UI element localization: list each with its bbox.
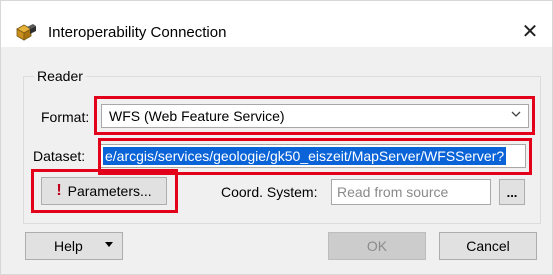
coord-system-browse-button[interactable]: ... (499, 179, 525, 205)
dropdown-arrow-icon (104, 239, 114, 252)
exclamation-icon: ! (56, 182, 62, 199)
cancel-button[interactable]: Cancel (439, 232, 537, 260)
help-button[interactable]: Help (25, 232, 123, 260)
dataset-input-value: e/arcgis/services/geologie/gk50_eiszeit/… (103, 147, 507, 165)
parameters-button[interactable]: ! Parameters... (41, 177, 167, 205)
title-bar: Interoperability Connection ✕ (1, 1, 552, 47)
chevron-down-icon (510, 108, 522, 123)
window-title: Interoperability Connection (48, 24, 227, 41)
coord-system-input[interactable]: Read from source (331, 179, 491, 205)
reader-group-label: Reader (34, 68, 86, 84)
format-label: Format: (41, 109, 90, 125)
coord-system-placeholder: Read from source (337, 184, 449, 200)
ok-button[interactable]: OK (328, 232, 426, 260)
interoperability-connection-dialog: Interoperability Connection ✕ Reader For… (0, 0, 553, 275)
close-button[interactable]: ✕ (512, 15, 548, 47)
coord-system-label: Coord. System: (221, 184, 318, 200)
format-select[interactable]: WFS (Web Feature Service) (101, 104, 529, 128)
dataset-label: Dataset: (33, 148, 86, 164)
app-icon (15, 22, 37, 42)
close-icon: ✕ (521, 20, 539, 43)
dataset-input[interactable]: e/arcgis/services/geologie/gk50_eiszeit/… (100, 144, 526, 168)
parameters-button-label: Parameters... (67, 183, 152, 199)
format-select-value: WFS (Web Feature Service) (109, 108, 285, 124)
help-button-label: Help (54, 238, 83, 254)
